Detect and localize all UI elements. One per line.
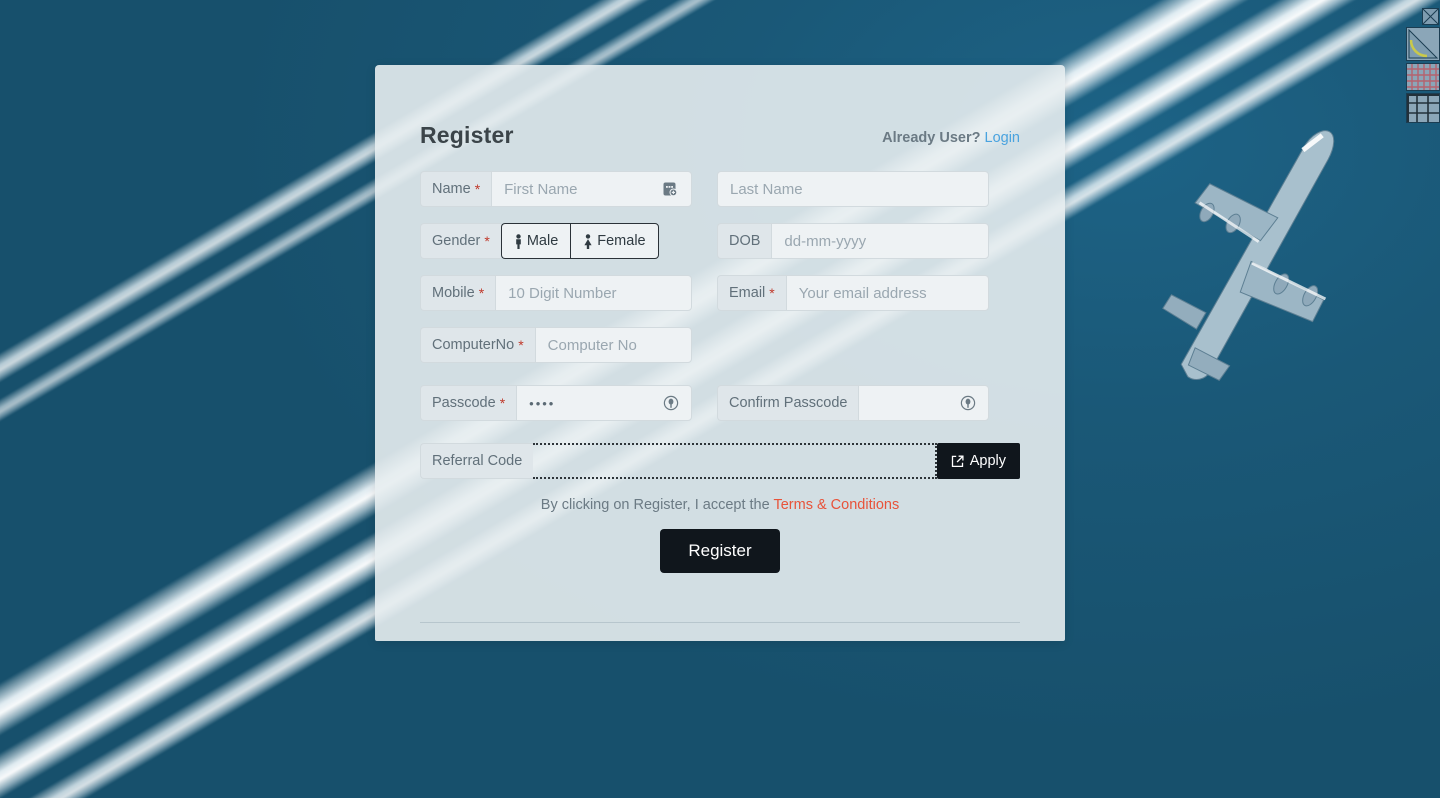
eye-toggle-icon[interactable] bbox=[952, 395, 976, 411]
computerno-label-text: ComputerNo bbox=[432, 337, 515, 353]
register-card: Register Already User? Login Name * Firs… bbox=[375, 65, 1065, 641]
email-group: Email * Your email address bbox=[717, 275, 989, 311]
already-user-label: Already User? bbox=[882, 130, 981, 146]
broken-image-x-icon bbox=[1422, 8, 1439, 25]
female-person-icon bbox=[584, 233, 592, 249]
register-button[interactable]: Register bbox=[660, 529, 780, 573]
form-row-gender-dob: Gender * Male Female DOB dd-mm-yyyy bbox=[420, 223, 1020, 259]
gender-required-marker: * bbox=[484, 233, 490, 249]
computerno-group: ComputerNo * Computer No bbox=[420, 327, 692, 363]
broken-image-grid-icon bbox=[1406, 63, 1440, 91]
email-label-text: Email bbox=[729, 285, 766, 301]
mobile-required-marker: * bbox=[478, 285, 485, 301]
passcode-label: Passcode * bbox=[420, 385, 517, 421]
last-name-placeholder: Last Name bbox=[730, 180, 803, 198]
form-row-name: Name * First Name Last Name bbox=[420, 171, 1020, 207]
gender-label: Gender * bbox=[420, 223, 501, 259]
gender-female-label: Female bbox=[597, 233, 646, 249]
dob-input[interactable]: dd-mm-yyyy bbox=[771, 223, 989, 259]
external-link-icon bbox=[951, 455, 964, 467]
apply-referral-button[interactable]: Apply bbox=[936, 443, 1020, 479]
mobile-label-text: Mobile bbox=[432, 285, 475, 301]
broken-image-placeholder-stack bbox=[1404, 8, 1440, 125]
dob-placeholder: dd-mm-yyyy bbox=[784, 232, 867, 250]
first-name-input[interactable]: First Name bbox=[491, 171, 692, 207]
confirm-passcode-group: Confirm Passcode bbox=[717, 385, 989, 421]
page-root: Register Already User? Login Name * Firs… bbox=[0, 0, 1440, 798]
already-user-text: Already User? Login bbox=[882, 130, 1020, 149]
eye-toggle-icon[interactable] bbox=[655, 395, 679, 411]
computerno-spacer bbox=[717, 327, 989, 363]
passcode-label-text: Passcode bbox=[432, 395, 496, 411]
form-row-passcode: Passcode * •••• Confirm Passcode bbox=[420, 385, 1020, 421]
form-row-referral: Referral Code Apply bbox=[420, 443, 1020, 479]
referral-label-text: Referral Code bbox=[432, 453, 523, 469]
submit-area: Register bbox=[420, 529, 1020, 573]
login-link[interactable]: Login bbox=[985, 130, 1020, 146]
computerno-input[interactable]: Computer No bbox=[534, 327, 692, 363]
form-row-computerno: ComputerNo * Computer No bbox=[420, 327, 1020, 363]
last-name-input[interactable]: Last Name bbox=[717, 171, 989, 207]
terms-notice: By clicking on Register, I accept the Te… bbox=[420, 497, 1020, 513]
email-label: Email * bbox=[717, 275, 786, 311]
passcode-required-marker: * bbox=[499, 395, 506, 411]
gender-female-button[interactable]: Female bbox=[570, 223, 659, 259]
dob-label-text: DOB bbox=[729, 233, 761, 249]
referral-label: Referral Code bbox=[420, 443, 534, 479]
dob-group: DOB dd-mm-yyyy bbox=[717, 223, 989, 259]
referral-input[interactable] bbox=[533, 443, 937, 479]
computerno-placeholder: Computer No bbox=[547, 336, 637, 354]
gender-group: Gender * Male Female bbox=[420, 223, 692, 259]
confirm-passcode-label-text: Confirm Passcode bbox=[729, 395, 848, 411]
computerno-required-marker: * bbox=[518, 337, 524, 353]
terms-prefix: By clicking on Register, I accept the bbox=[540, 497, 770, 513]
apply-referral-label: Apply bbox=[969, 453, 1006, 469]
passcode-value: •••• bbox=[529, 395, 556, 411]
name-required-marker: * bbox=[474, 181, 481, 197]
gender-male-button[interactable]: Male bbox=[500, 223, 571, 259]
terms-and-conditions-link[interactable]: Terms & Conditions bbox=[773, 497, 899, 513]
computerno-label: ComputerNo * bbox=[420, 327, 535, 363]
gender-toggle-group: Male Female bbox=[500, 223, 659, 259]
email-input[interactable]: Your email address bbox=[785, 275, 989, 311]
mobile-placeholder: 10 Digit Number bbox=[508, 284, 617, 302]
address-book-add-icon[interactable] bbox=[654, 181, 679, 198]
form-row-mobile-email: Mobile * 10 Digit Number Email * Your em… bbox=[420, 275, 1020, 311]
passcode-input[interactable]: •••• bbox=[516, 385, 692, 421]
name-label: Name * bbox=[420, 171, 492, 207]
email-placeholder: Your email address bbox=[798, 284, 927, 302]
confirm-passcode-input[interactable] bbox=[858, 385, 989, 421]
gender-male-label: Male bbox=[526, 233, 559, 249]
confirm-passcode-label: Confirm Passcode bbox=[717, 385, 859, 421]
male-person-icon bbox=[516, 233, 521, 249]
broken-image-triangle-icon bbox=[1406, 27, 1440, 61]
dob-label: DOB bbox=[717, 223, 772, 259]
card-header: Register Already User? Login bbox=[420, 65, 1020, 149]
name-label-text: Name bbox=[432, 181, 471, 197]
broken-image-table-icon bbox=[1406, 93, 1440, 123]
page-title: Register bbox=[420, 122, 514, 148]
last-name-group: Last Name bbox=[717, 171, 989, 207]
first-name-group: Name * First Name bbox=[420, 171, 692, 207]
card-divider bbox=[420, 622, 1020, 623]
mobile-group: Mobile * 10 Digit Number bbox=[420, 275, 692, 311]
mobile-label: Mobile * bbox=[420, 275, 496, 311]
gender-label-text: Gender bbox=[432, 233, 481, 249]
mobile-input[interactable]: 10 Digit Number bbox=[495, 275, 692, 311]
email-required-marker: * bbox=[769, 285, 775, 301]
passcode-group: Passcode * •••• bbox=[420, 385, 692, 421]
first-name-placeholder: First Name bbox=[504, 180, 578, 198]
register-form: Name * First Name Last Name Gender * Mal… bbox=[420, 171, 1020, 623]
